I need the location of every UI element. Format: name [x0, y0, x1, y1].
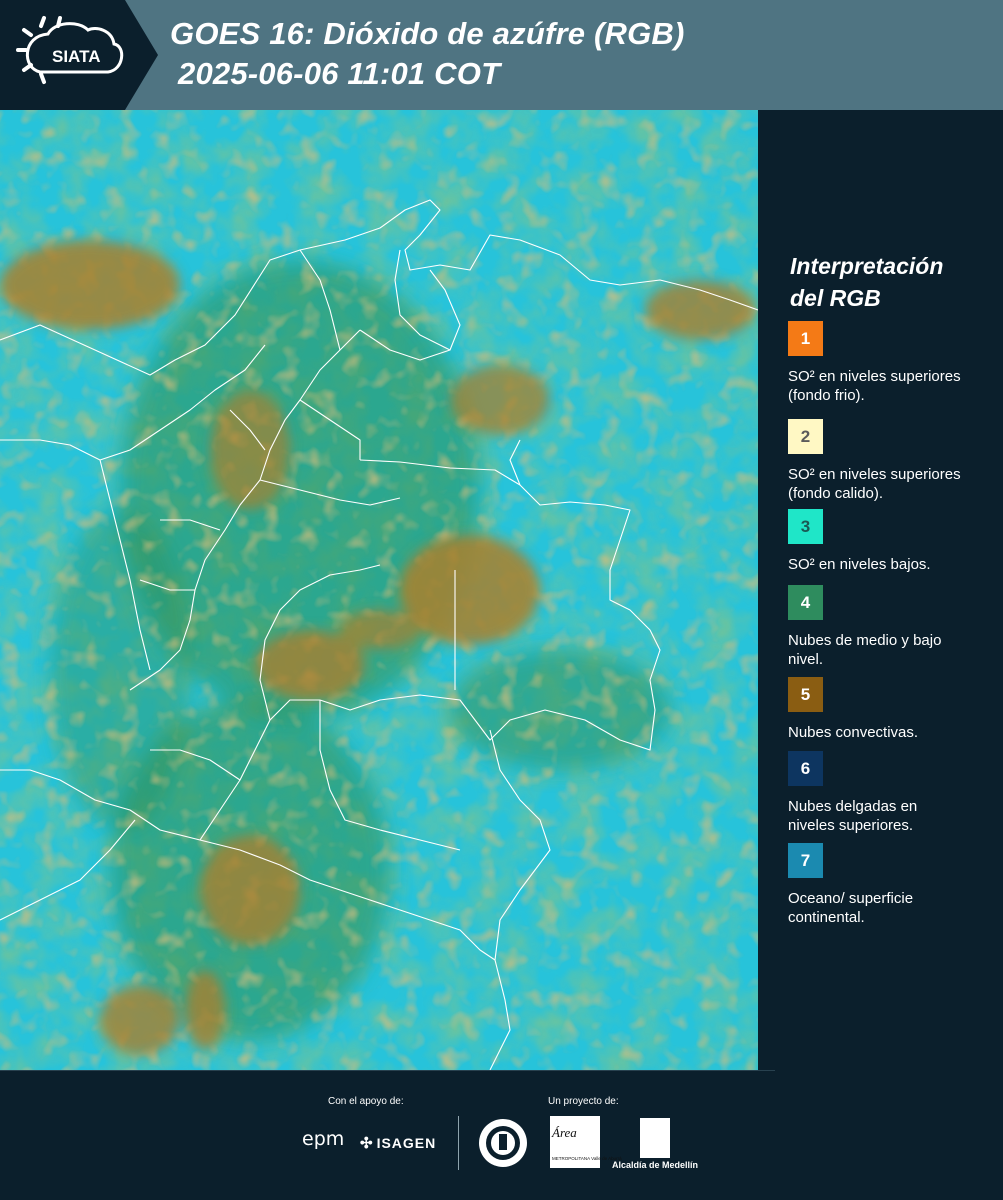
legend-title-line1: Interpretación: [790, 253, 944, 279]
legend-item-4: 4 Nubes de medio y bajo nivel.: [788, 585, 988, 669]
legend-swatch: 2: [788, 419, 823, 454]
area-logo-text: Área: [552, 1125, 577, 1140]
satellite-map: [0, 110, 758, 1070]
legend-swatch: 1: [788, 321, 823, 356]
siata-logo: SIATA: [0, 0, 158, 110]
legend-swatch: 7: [788, 843, 823, 878]
legend-swatch: 5: [788, 677, 823, 712]
legend-swatch: 3: [788, 509, 823, 544]
legend-item-2: 2 SO² en niveles superiores (fondo calid…: [788, 419, 988, 503]
isagen-label: ISAGEN: [376, 1135, 437, 1151]
legend-swatch: 6: [788, 751, 823, 786]
footer: Con el apoyo de: Un proyecto de: epm ✣ IS…: [0, 1070, 1003, 1200]
legend-label: SO² en niveles superiores (fondo calido)…: [788, 466, 961, 502]
legend-title: Interpretación del RGB: [790, 250, 990, 314]
alcaldia-label: Alcaldía de Medellín: [612, 1160, 699, 1170]
isagen-icon: ✣: [360, 1135, 374, 1152]
legend-label: SO² en niveles superiores (fondo frio).: [788, 368, 961, 404]
medellin-seal-icon: [479, 1119, 527, 1167]
legend-label: Nubes de medio y bajo nivel.: [788, 632, 942, 668]
legend-label: SO² en niveles bajos.: [788, 556, 931, 573]
legend-item-1: 1 SO² en niveles superiores (fondo frio)…: [788, 321, 988, 405]
timestamp: 2025-06-06 11:01 COT: [178, 56, 501, 91]
legend-label: Nubes delgadas en niveles superiores.: [788, 798, 918, 834]
alcaldia-crest-icon: [640, 1118, 670, 1158]
header-bar: SIATA GOES 16: Dióxido de azúfre (RGB) 2…: [0, 0, 1003, 110]
legend-title-line2: del RGB: [790, 285, 881, 311]
footer-divider-line: [0, 1070, 775, 1071]
support-label: Con el apoyo de:: [328, 1096, 404, 1107]
page-title: GOES 16: Dióxido de azúfre (RGB): [170, 16, 685, 51]
legend-swatch: 4: [788, 585, 823, 620]
footer-vertical-divider: [458, 1116, 459, 1170]
legend-item-7: 7 Oceano/ superficie continental.: [788, 843, 988, 927]
legend-label: Oceano/ superficie continental.: [788, 890, 914, 926]
legend-item-6: 6 Nubes delgadas en niveles superiores.: [788, 751, 988, 835]
legend-item-5: 5 Nubes convectivas.: [788, 677, 988, 742]
legend-panel: Interpretación del RGB 1 SO² en niveles …: [758, 110, 1003, 1070]
legend-label: Nubes convectivas.: [788, 724, 919, 741]
epm-logo: epm: [302, 1128, 345, 1150]
project-label: Un proyecto de:: [548, 1096, 619, 1107]
isagen-logo: ✣ ISAGEN: [360, 1134, 436, 1152]
legend-item-3: 3 SO² en niveles bajos.: [788, 509, 988, 574]
logo-text: SIATA: [52, 47, 100, 66]
